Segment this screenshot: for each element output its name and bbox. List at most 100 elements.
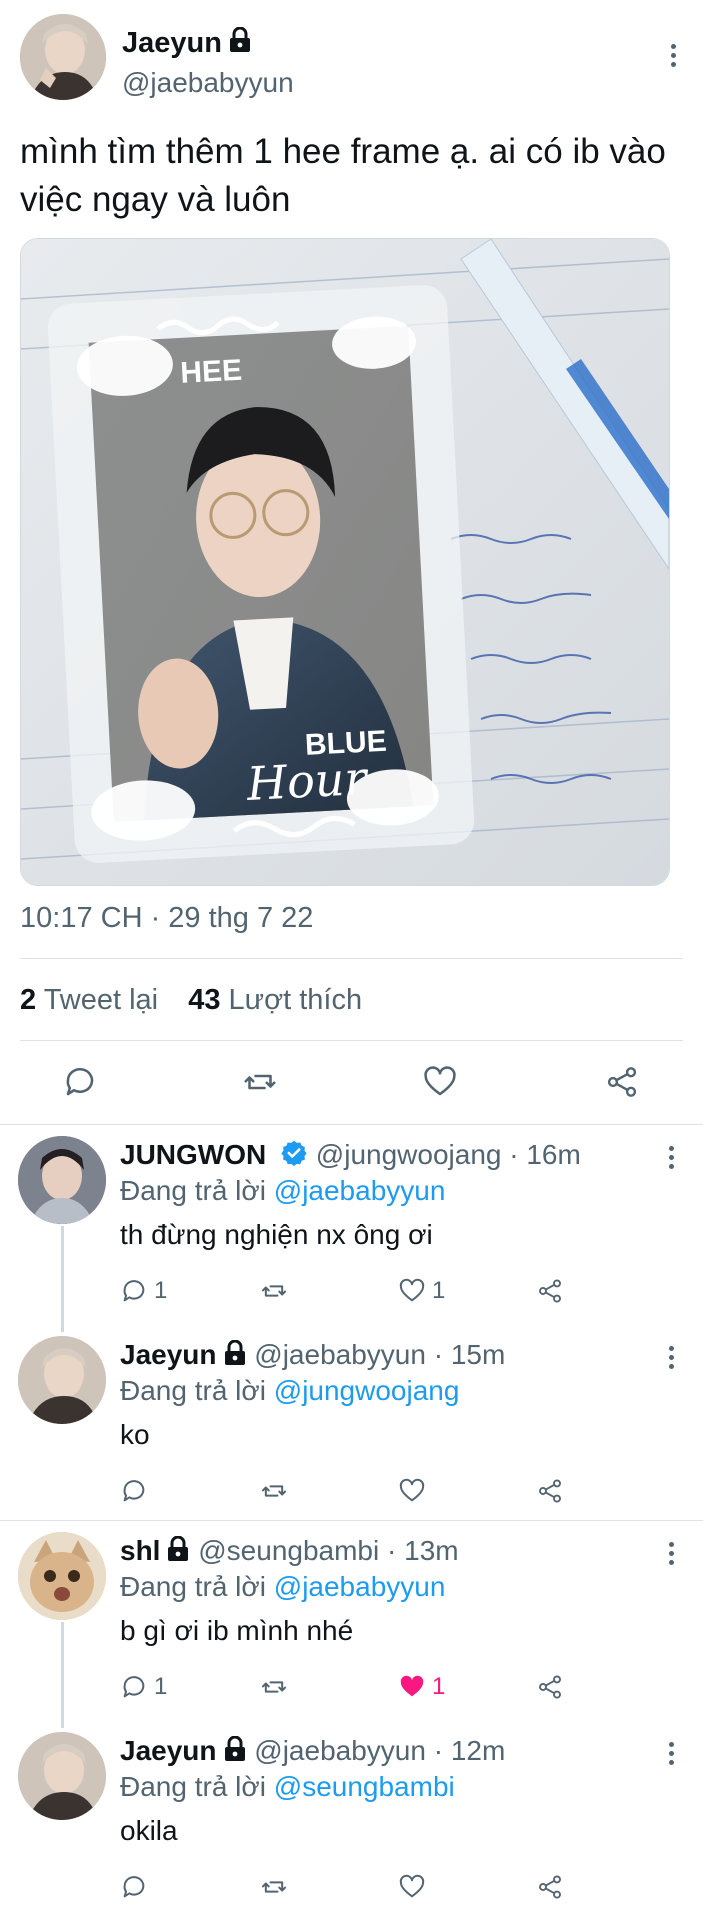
replying-to-link[interactable]: @jungwoojang xyxy=(274,1375,460,1406)
replying-to: Đang trả lời @jungwoojang xyxy=(120,1374,459,1408)
reply-text: ko xyxy=(120,1419,150,1450)
retweet-count: 2 xyxy=(20,984,37,1016)
reply-header: Jaeyun @jaebabyyun · 12m xyxy=(120,1734,505,1770)
heart-icon-liked[interactable]: 1 xyxy=(398,1672,445,1702)
more-icon[interactable] xyxy=(663,40,683,70)
reply-action-bar xyxy=(120,1872,570,1902)
reply-author-handle[interactable]: @jaebabyyun xyxy=(254,1735,426,1766)
reply-action-bar: 1 1 xyxy=(120,1672,570,1702)
reply-tweet[interactable]: Jaeyun @jaebabyyun · 15m Đang trả lời @j… xyxy=(0,1324,703,1520)
replying-label: Đang trả lời xyxy=(120,1175,266,1206)
author-handle[interactable]: @jaebabyyun xyxy=(122,66,294,100)
replying-to-link[interactable]: @jaebabyyun xyxy=(274,1175,446,1206)
reply-icon[interactable]: 1 xyxy=(120,1276,167,1306)
tweet-timestamp[interactable]: 10:17 CH · 29 thg 7 22 xyxy=(20,902,313,935)
avatar[interactable] xyxy=(18,1336,106,1424)
reply-text: b gì ơi ib mình nhé xyxy=(120,1615,354,1646)
reply-icon[interactable] xyxy=(120,1872,148,1902)
lock-icon xyxy=(223,1735,247,1770)
share-icon[interactable] xyxy=(536,1872,564,1902)
replying-to: Đang trả lời @jaebabyyun xyxy=(120,1174,445,1208)
reply-time[interactable]: · 13m xyxy=(387,1535,459,1566)
reply-author-handle[interactable]: @jungwoojang xyxy=(316,1139,502,1170)
replying-label: Đang trả lời xyxy=(120,1375,266,1406)
retweet-icon[interactable] xyxy=(260,1672,288,1702)
more-icon[interactable] xyxy=(661,1738,681,1768)
reply-time[interactable]: · 12m xyxy=(434,1735,506,1766)
main-tweet-header: Jaeyun @jaebabyyun xyxy=(20,12,683,102)
like-count: 1 xyxy=(432,1673,446,1700)
retweet-icon[interactable] xyxy=(260,1476,288,1506)
retweet-icon[interactable] xyxy=(260,1872,288,1902)
heart-icon[interactable] xyxy=(422,1064,458,1100)
author-name-text: Jaeyun xyxy=(122,27,222,59)
retweet-icon[interactable] xyxy=(242,1064,278,1100)
reply-author-name[interactable]: Jaeyun xyxy=(120,1339,217,1370)
reply-icon[interactable] xyxy=(62,1064,98,1100)
author-avatar[interactable] xyxy=(20,14,106,100)
reply-tweet[interactable]: JUNGWON @jungwoojang · 16m Đang trả lời … xyxy=(0,1124,703,1332)
replying-label: Đang trả lời xyxy=(120,1571,266,1602)
avatar[interactable] xyxy=(18,1136,106,1224)
tweet-detail-page: Jaeyun @jaebabyyun mình tìm thêm 1 hee f… xyxy=(0,0,703,1920)
like-label: Lượt thích xyxy=(228,984,363,1016)
reply-text: okila xyxy=(120,1815,178,1846)
retweet-stat[interactable]: 2 Tweet lại xyxy=(20,984,158,1016)
avatar[interactable] xyxy=(18,1732,106,1820)
author-name[interactable]: Jaeyun xyxy=(122,26,252,61)
more-icon[interactable] xyxy=(661,1538,681,1568)
reply-icon[interactable]: 1 xyxy=(120,1672,167,1702)
reply-author-name[interactable]: shl xyxy=(120,1535,160,1566)
photo-text-bottom2: Hour xyxy=(245,751,371,811)
heart-icon[interactable]: 1 xyxy=(398,1276,445,1306)
thread-line xyxy=(61,1226,64,1332)
reply-author-name[interactable]: Jaeyun xyxy=(120,1735,217,1766)
reply-author-name[interactable]: JUNGWON xyxy=(120,1139,266,1170)
reply-text: th đừng nghiện nx ông ơi xyxy=(120,1219,433,1250)
tweet-stats: 2 Tweet lại 43 Lượt thích xyxy=(20,984,362,1017)
reply-icon[interactable] xyxy=(120,1476,148,1506)
divider xyxy=(20,1040,683,1041)
lock-icon xyxy=(166,1535,190,1570)
more-icon[interactable] xyxy=(661,1142,681,1172)
reply-action-bar xyxy=(120,1476,570,1506)
reply-time[interactable]: · 16m xyxy=(509,1139,581,1170)
reply-tweet[interactable]: shl @seungbambi · 13m Đang trả lời @jaeb… xyxy=(0,1520,703,1728)
reply-author-handle[interactable]: @seungbambi xyxy=(198,1535,379,1566)
thread-line xyxy=(61,1622,64,1728)
tweet-text: mình tìm thêm 1 hee frame ạ. ai có ib và… xyxy=(20,132,666,219)
verified-badge-icon xyxy=(280,1139,308,1175)
avatar[interactable] xyxy=(18,1532,106,1620)
replying-to-link[interactable]: @jaebabyyun xyxy=(274,1571,446,1602)
share-icon[interactable] xyxy=(604,1064,640,1100)
heart-icon[interactable] xyxy=(398,1872,426,1902)
replying-label: Đang trả lời xyxy=(120,1771,266,1802)
more-icon[interactable] xyxy=(661,1342,681,1372)
reply-tweet[interactable]: Jaeyun @jaebabyyun · 12m Đang trả lời @s… xyxy=(0,1720,703,1920)
photo-text-top: HEE xyxy=(180,354,243,390)
reply-action-bar: 1 1 xyxy=(120,1276,570,1306)
share-icon[interactable] xyxy=(536,1276,564,1306)
reply-header: Jaeyun @jaebabyyun · 15m xyxy=(120,1338,505,1374)
reply-time[interactable]: · 15m xyxy=(434,1339,506,1370)
heart-icon[interactable] xyxy=(398,1476,426,1506)
replying-to-link[interactable]: @seungbambi xyxy=(274,1771,455,1802)
replying-to: Đang trả lời @seungbambi xyxy=(120,1770,455,1804)
retweet-icon[interactable] xyxy=(260,1276,288,1306)
reply-author-handle[interactable]: @jaebabyyun xyxy=(254,1339,426,1370)
tweet-photo[interactable]: HEE BLUE Hour xyxy=(20,238,670,886)
reply-count: 1 xyxy=(154,1277,168,1304)
divider xyxy=(20,958,683,959)
tweet-action-bar xyxy=(20,1064,683,1104)
share-icon[interactable] xyxy=(536,1476,564,1506)
lock-icon xyxy=(223,1339,247,1374)
share-icon[interactable] xyxy=(536,1672,564,1702)
reply-count: 1 xyxy=(154,1673,168,1700)
like-count: 43 xyxy=(188,984,221,1016)
reply-header: JUNGWON @jungwoojang · 16m xyxy=(120,1138,581,1175)
lock-icon xyxy=(228,26,252,61)
like-count: 1 xyxy=(432,1277,446,1304)
like-stat[interactable]: 43 Lượt thích xyxy=(188,984,362,1016)
reply-header: shl @seungbambi · 13m xyxy=(120,1534,459,1570)
retweet-label: Tweet lại xyxy=(43,984,159,1016)
